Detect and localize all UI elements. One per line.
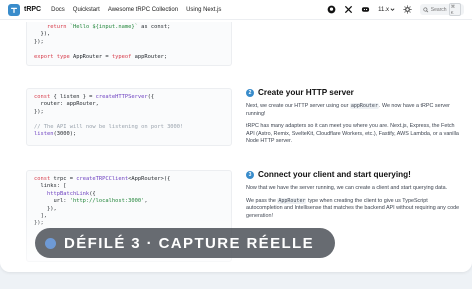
brand-name[interactable]: tRPC xyxy=(24,6,41,13)
github-icon[interactable] xyxy=(327,5,336,14)
caption-text: DÉFILÉ 3 · CAPTURE RÉELLE xyxy=(64,234,315,252)
code-block-http-server: const { listen } = createHTTPServer({ ro… xyxy=(26,88,232,146)
section-paragraph: Now that we have the server running, we … xyxy=(246,185,448,191)
trpc-logo-icon[interactable] xyxy=(8,3,20,16)
search-icon xyxy=(423,7,429,12)
section-title: Create your HTTP server xyxy=(258,88,354,97)
search-placeholder: Search xyxy=(430,6,447,13)
section-title: Connect your client and start querying! xyxy=(258,170,411,179)
section-heading: 3 Connect your client and start querying… xyxy=(246,170,460,179)
top-navbar: tRPC Docs Quickstart Awesome tRPC Collec… xyxy=(0,0,472,20)
code-block-router: return `Hello ${input.name}` as const; }… xyxy=(26,22,232,66)
nav-link-nextjs[interactable]: Using Next.js xyxy=(186,7,221,13)
section-paragraph: Next, we create our HTTP server using ou… xyxy=(246,103,450,117)
section-heading: 2 Create your HTTP server xyxy=(246,88,460,97)
section-paragraph: tRPC has many adapters so it can meet yo… xyxy=(246,123,459,145)
x-twitter-icon[interactable] xyxy=(344,5,353,14)
discord-icon[interactable] xyxy=(361,5,370,14)
step-number-badge: 3 xyxy=(246,170,254,179)
search-shortcut-key: ⌘ K xyxy=(448,3,461,16)
chevron-down-icon xyxy=(390,8,395,11)
record-dot-icon xyxy=(45,237,56,249)
version-label: 11.x xyxy=(378,6,389,13)
nav-link-awesome-collection[interactable]: Awesome tRPC Collection xyxy=(108,7,178,13)
caption-banner: DÉFILÉ 3 · CAPTURE RÉELLE xyxy=(35,228,335,258)
inline-code: appRouter xyxy=(349,103,379,109)
version-dropdown[interactable]: 11.x xyxy=(378,7,395,13)
inline-code: AppRouter xyxy=(277,197,307,204)
theme-toggle-sun-icon[interactable] xyxy=(403,5,412,14)
step-number-badge: 2 xyxy=(246,88,254,97)
nav-link-quickstart[interactable]: Quickstart xyxy=(73,7,100,13)
nav-link-docs[interactable]: Docs xyxy=(51,7,65,13)
section-http-server: 2 Create your HTTP server Next, we creat… xyxy=(246,88,460,151)
search-box[interactable]: Search ⌘ K xyxy=(420,3,464,16)
